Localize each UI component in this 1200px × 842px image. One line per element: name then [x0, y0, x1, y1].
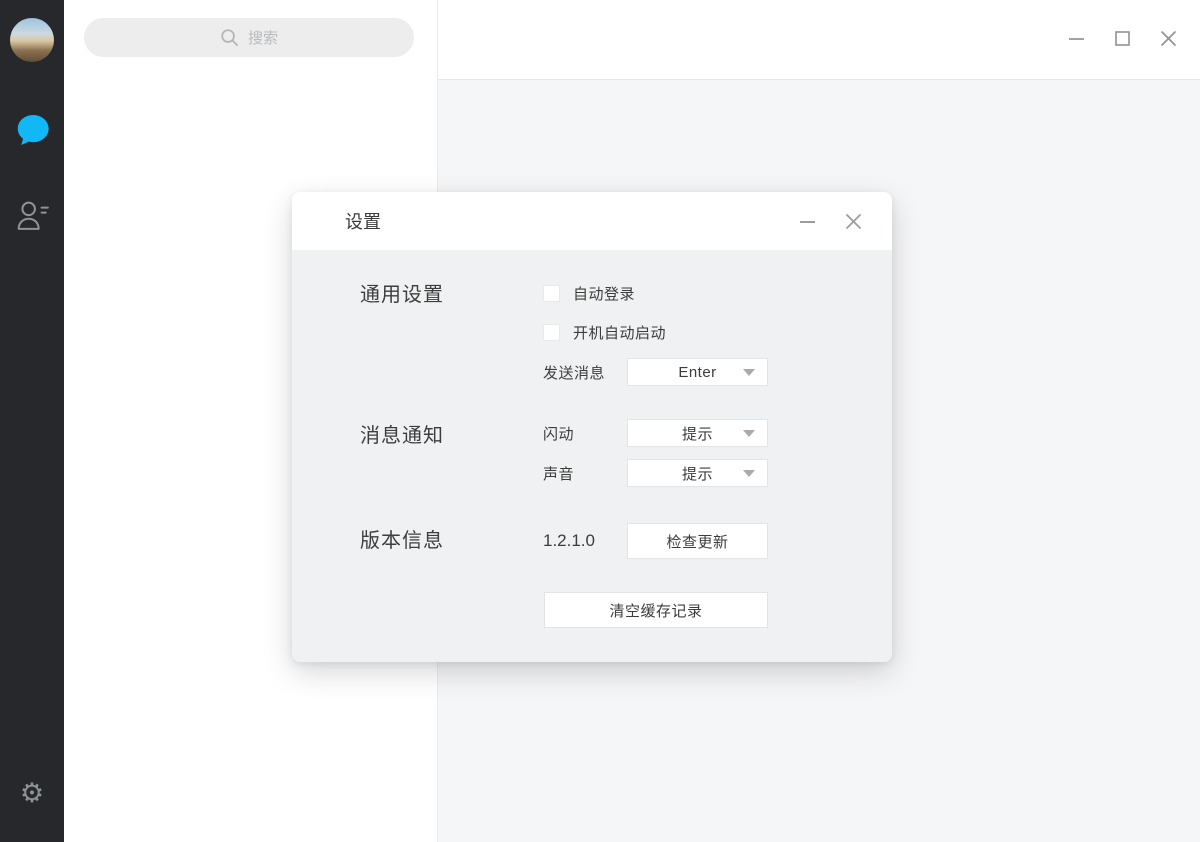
sound-row: 声音 提示 [543, 459, 768, 487]
send-message-label: 发送消息 [543, 362, 627, 383]
clear-cache-button[interactable]: 清空缓存记录 [544, 592, 768, 628]
maximize-icon [1114, 30, 1131, 47]
close-button[interactable] [1158, 28, 1178, 48]
search-placeholder: 搜索 [248, 27, 278, 48]
settings-dialog: 设置 通用设置 自动登录 [292, 192, 892, 662]
version-number: 1.2.1.0 [543, 531, 627, 551]
sidebar-item-settings[interactable]: ⚙ [10, 771, 54, 815]
flash-dropdown[interactable]: 提示 [627, 419, 768, 447]
sidebar: ⚙ [0, 0, 64, 842]
app-window: ⚙ 搜索 [0, 0, 1200, 842]
auto-login-checkbox[interactable] [543, 285, 560, 302]
search-input[interactable]: 搜索 [84, 18, 414, 57]
sound-label: 声音 [543, 463, 627, 484]
search-icon [220, 28, 239, 47]
section-version-info: 版本信息 [360, 524, 444, 553]
sidebar-item-chats[interactable] [10, 108, 54, 152]
version-row: 1.2.1.0 检查更新 [543, 523, 768, 559]
dialog-close-button[interactable] [844, 212, 862, 230]
auto-login-row: 自动登录 [543, 283, 635, 304]
chevron-down-icon [743, 430, 755, 437]
minimize-button[interactable] [1066, 28, 1086, 48]
auto-login-label: 自动登录 [573, 283, 635, 304]
titlebar [438, 0, 1200, 80]
flash-row: 闪动 提示 [543, 419, 768, 447]
chevron-down-icon [743, 470, 755, 477]
flash-label: 闪动 [543, 423, 627, 444]
gear-icon: ⚙ [20, 780, 44, 807]
section-general-settings: 通用设置 [360, 278, 444, 307]
auto-start-checkbox[interactable] [543, 324, 560, 341]
maximize-button[interactable] [1112, 28, 1132, 48]
check-update-button[interactable]: 检查更新 [627, 523, 768, 559]
send-message-row: 发送消息 Enter [543, 358, 768, 386]
section-message-notifications: 消息通知 [360, 419, 444, 448]
dialog-controls [798, 212, 862, 230]
send-message-dropdown[interactable]: Enter [627, 358, 768, 386]
settings-dialog-body: 通用设置 自动登录 开机自动启动 发送消息 Enter 消息通知 闪动 [292, 250, 892, 662]
send-message-value: Enter [678, 364, 716, 381]
sidebar-item-contacts[interactable] [10, 194, 54, 238]
chat-bubble-icon [13, 111, 51, 149]
settings-dialog-header: 设置 [292, 192, 892, 250]
auto-start-label: 开机自动启动 [573, 322, 666, 343]
flash-value: 提示 [682, 423, 713, 444]
avatar[interactable] [10, 18, 54, 62]
dialog-minimize-button[interactable] [798, 212, 816, 230]
sound-value: 提示 [682, 463, 713, 484]
minimize-icon [1068, 30, 1085, 47]
sound-dropdown[interactable]: 提示 [627, 459, 768, 487]
contacts-icon [12, 196, 52, 236]
minimize-icon [799, 213, 816, 230]
close-icon [845, 213, 862, 230]
dialog-title: 设置 [345, 208, 381, 234]
auto-start-row: 开机自动启动 [543, 322, 666, 343]
close-icon [1160, 30, 1177, 47]
chevron-down-icon [743, 369, 755, 376]
